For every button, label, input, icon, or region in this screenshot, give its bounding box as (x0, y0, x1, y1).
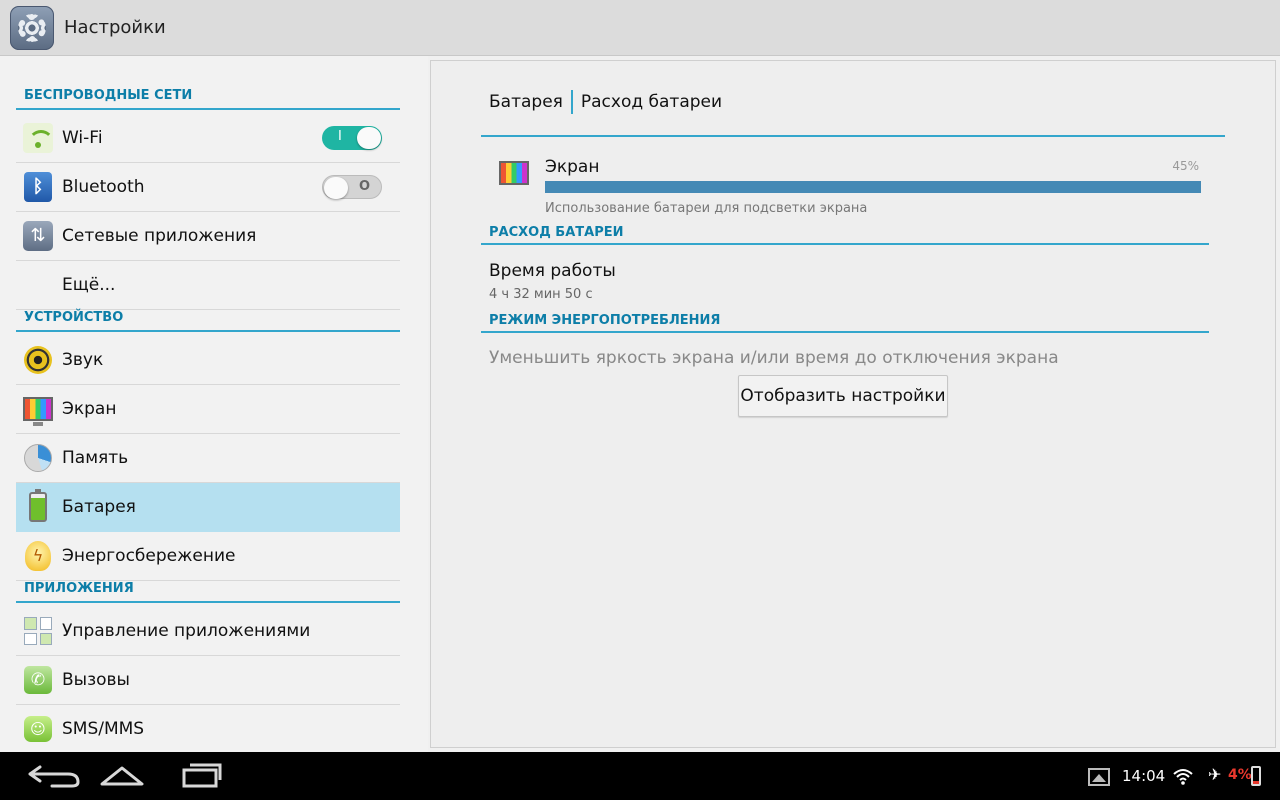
settings-gear-icon[interactable] (10, 5, 54, 50)
sidebar-item-battery[interactable]: Батарея (16, 483, 400, 532)
section-device: УСТРОЙСТВО (16, 308, 400, 332)
battery-percent: 4% (1228, 767, 1252, 783)
sidebar-item-network-apps[interactable]: ⇅ Сетевые приложения (16, 212, 400, 261)
sidebar-item-sound[interactable]: Звук (16, 336, 400, 385)
runtime-value: 4 ч 32 мин 50 с (489, 287, 593, 302)
sidebar-item-label: Вызовы (62, 670, 130, 690)
breadcrumb-battery-usage: Расход батареи (580, 92, 723, 112)
usage-progress-fill (545, 181, 1201, 193)
runtime-title: Время работы (489, 261, 616, 281)
clock[interactable]: 14:04 (1122, 767, 1165, 785)
sidebar-item-power-saving[interactable]: ϟ Энергосбережение (16, 532, 400, 581)
network-apps-icon: ⇅ (23, 221, 53, 251)
sidebar-item-label: Батарея (62, 497, 136, 517)
bluetooth-icon: ᛒ (23, 172, 53, 202)
display-icon (23, 394, 53, 426)
usage-item-description: Использование батареи для подсветки экра… (545, 201, 868, 216)
airplane-mode-icon: ✈ (1208, 765, 1222, 784)
sidebar-item-manage-apps[interactable]: Управление приложениями (16, 607, 400, 656)
sidebar-item-label: Ещё... (62, 275, 116, 295)
sidebar-item-calls[interactable]: ✆ Вызовы (16, 656, 400, 705)
sidebar-item-display[interactable]: Экран (16, 385, 400, 434)
sidebar-item-label: Управление приложениями (62, 621, 311, 641)
breadcrumb-divider (481, 135, 1225, 137)
section-wireless: БЕСПРОВОДНЫЕ СЕТИ (16, 86, 400, 110)
sidebar-item-label: SMS/MMS (62, 719, 145, 739)
section-apps: ПРИЛОЖЕНИЯ (16, 579, 400, 603)
recent-apps-icon[interactable] (170, 760, 234, 792)
section-battery-usage: РАСХОД БАТАРЕИ (481, 225, 1209, 245)
bluetooth-toggle[interactable]: O (322, 175, 382, 199)
battery-usage-panel: Батарея Расход батареи Экран 45% Использ… (430, 60, 1276, 748)
home-icon[interactable] (90, 760, 154, 792)
sidebar-item-label: Энергосбережение (62, 546, 236, 566)
sidebar-item-label: Звук (62, 350, 104, 370)
usage-progress-bar (545, 181, 1201, 193)
sidebar-item-label: Экран (62, 399, 117, 419)
battery-status-icon (1251, 766, 1261, 786)
settings-list: БЕСПРОВОДНЫЕ СЕТИ Wi-Fi I ᛒ Bluetooth O … (0, 56, 428, 754)
show-settings-button[interactable]: Отобразить настройки (738, 375, 948, 417)
power-saving-icon: ϟ (23, 541, 53, 571)
sidebar-item-label: Bluetooth (62, 177, 145, 197)
usage-item-name: Экран (545, 157, 600, 177)
sidebar-item-more[interactable]: Ещё... (16, 261, 400, 310)
gallery-notification-icon[interactable] (1088, 768, 1110, 786)
section-power-mode: РЕЖИМ ЭНЕРГОПОТРЕБЛЕНИЯ (481, 313, 1209, 333)
phone-icon: ✆ (23, 665, 53, 695)
sidebar-item-label: Сетевые приложения (62, 226, 257, 246)
app-title: Настройки (64, 17, 166, 38)
usage-item-percent: 45% (1172, 159, 1199, 173)
breadcrumb-separator (570, 90, 573, 114)
back-icon[interactable] (22, 760, 86, 792)
action-bar: Настройки (0, 0, 1280, 56)
sidebar-item-storage[interactable]: Память (16, 434, 400, 483)
sidebar-item-wifi[interactable]: Wi-Fi I (16, 114, 400, 163)
system-bar: 14:04 ✈ 4% (0, 752, 1280, 800)
wifi-status-icon (1172, 766, 1194, 786)
sidebar-item-bluetooth[interactable]: ᛒ Bluetooth O (16, 163, 400, 212)
sms-icon: ☺ (23, 714, 53, 744)
wifi-icon (23, 123, 54, 153)
sound-icon (23, 345, 53, 375)
wifi-toggle[interactable]: I (322, 126, 382, 150)
breadcrumb: Батарея Расход батареи (489, 89, 722, 115)
apps-icon (23, 616, 53, 646)
sidebar-item-label: Память (62, 448, 129, 468)
sidebar-item-sms[interactable]: ☺ SMS/MMS (16, 705, 400, 754)
power-mode-hint: Уменьшить яркость экрана и/или время до … (489, 348, 1059, 368)
display-icon (499, 161, 529, 185)
battery-icon (23, 489, 53, 522)
usage-item-display[interactable]: Экран 45% Использование батареи для подс… (497, 155, 1207, 219)
sidebar-item-label: Wi-Fi (62, 128, 103, 148)
storage-icon (23, 443, 53, 473)
breadcrumb-battery[interactable]: Батарея (489, 92, 563, 112)
